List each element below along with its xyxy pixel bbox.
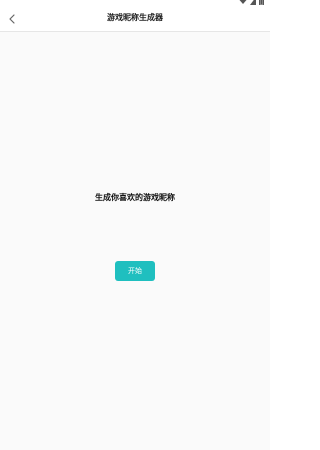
headline-text: 生成你喜欢的游戏昵称: [95, 193, 175, 202]
battery-icon: [259, 0, 264, 5]
nav-bar: 游戏昵称生成器: [0, 6, 270, 32]
page-title: 游戏昵称生成器: [107, 13, 163, 22]
main-content: 生成你喜欢的游戏昵称 开始: [0, 32, 270, 450]
wifi-icon: [239, 0, 247, 5]
signal-icon: [250, 0, 256, 5]
status-icons: [239, 0, 264, 5]
app-screen: 游戏昵称生成器 生成你喜欢的游戏昵称 开始: [0, 0, 270, 450]
start-button[interactable]: 开始: [115, 261, 155, 281]
